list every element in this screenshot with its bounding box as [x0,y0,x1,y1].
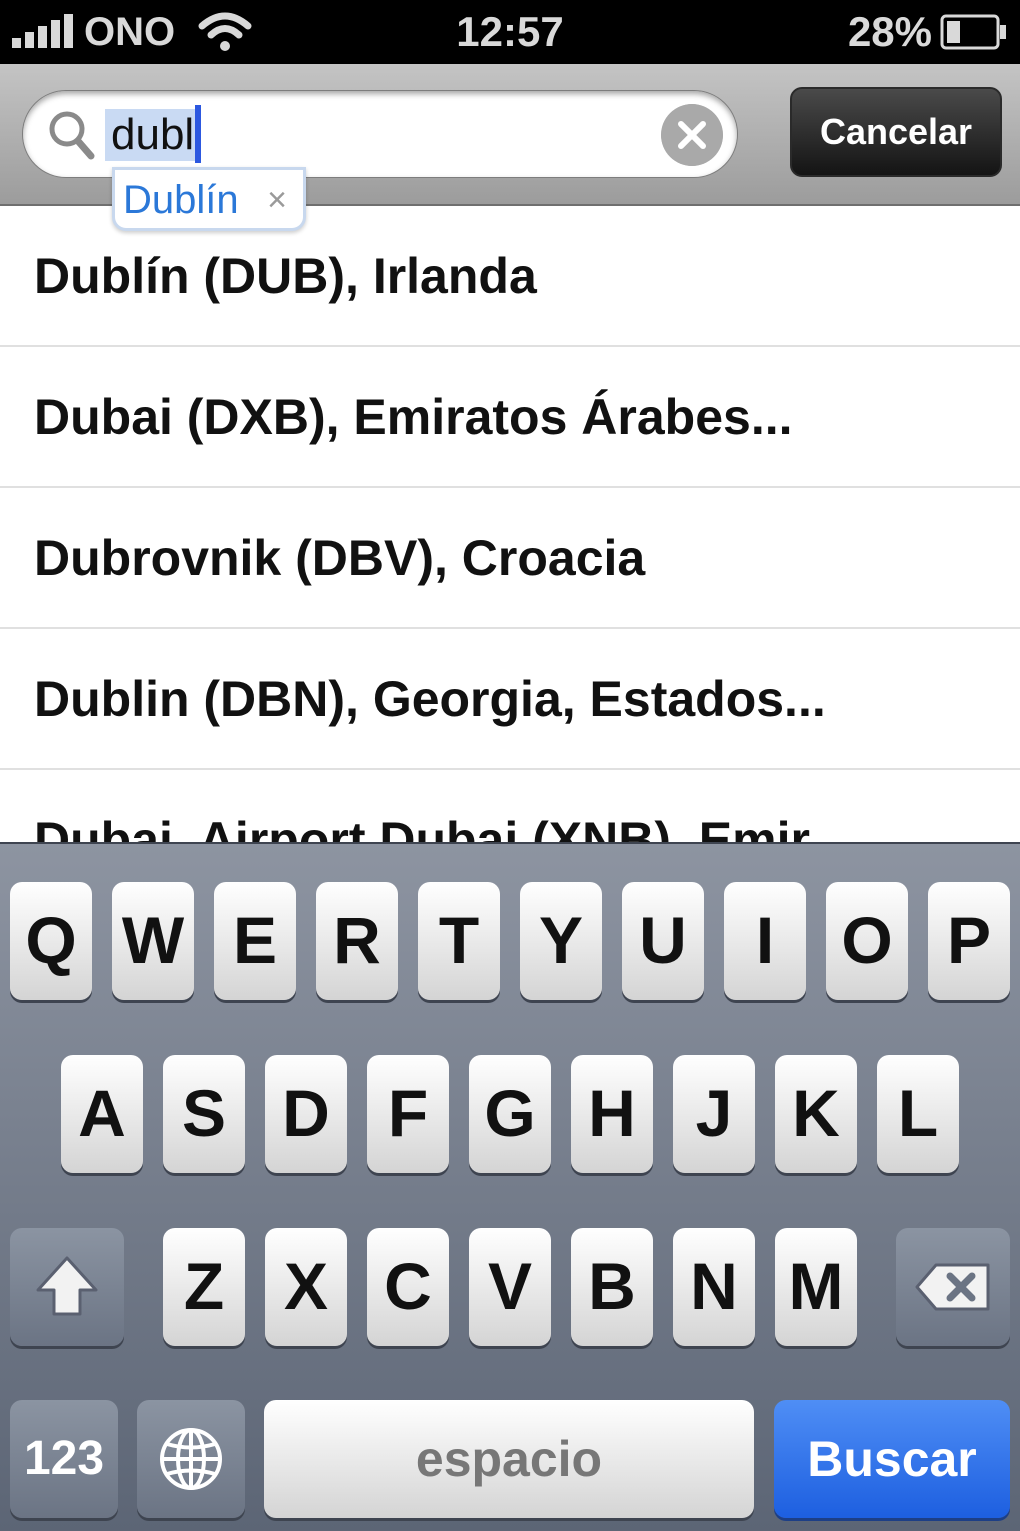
search-input[interactable]: dubl [22,90,738,178]
keyboard: Q W E R T Y U I O P A S D F G H J K L Z … [0,842,1020,1531]
key-i[interactable]: I [724,882,806,1000]
list-item[interactable]: Dubai, Airport Dubai (XNB), Emir... [0,770,1020,844]
battery-icon [940,14,1006,50]
key-b[interactable]: B [571,1228,653,1346]
key-p[interactable]: P [928,882,1010,1000]
autocorrect-word[interactable]: Dublín [123,176,239,224]
list-item[interactable]: Dubrovnik (DBV), Croacia [0,488,1020,629]
search-return-key[interactable]: Buscar [774,1400,1010,1518]
globe-key[interactable] [137,1400,245,1518]
key-g[interactable]: G [469,1055,551,1173]
key-a[interactable]: A [61,1055,143,1173]
list-item[interactable]: Dubai (DXB), Emiratos Árabes... [0,347,1020,488]
text-cursor [195,105,201,163]
key-x[interactable]: X [265,1228,347,1346]
key-m[interactable]: M [775,1228,857,1346]
key-o[interactable]: O [826,882,908,1000]
key-v[interactable]: V [469,1228,551,1346]
key-y[interactable]: Y [520,882,602,1000]
key-e[interactable]: E [214,882,296,1000]
backspace-icon [915,1263,990,1311]
backspace-key[interactable] [896,1228,1010,1346]
key-w[interactable]: W [112,882,194,1000]
status-bar: ONO 12:57 28% [0,0,1020,64]
list-item-label: Dubrovnik (DBV), Croacia [34,530,646,586]
list-item-label: Dubai, Airport Dubai (XNB), Emir... [34,812,849,844]
clear-text-icon[interactable] [661,104,723,166]
results-list: Dublín (DUB), Irlanda Dubai (DXB), Emira… [0,206,1020,844]
key-h[interactable]: H [571,1055,653,1173]
key-z[interactable]: Z [163,1228,245,1346]
cancel-button[interactable]: Cancelar [790,87,1002,177]
list-item-label: Dublin (DBN), Georgia, Estados... [34,671,826,727]
key-n[interactable]: N [673,1228,755,1346]
search-query-text: dubl [105,109,197,161]
numbers-key[interactable]: 123 [10,1400,118,1518]
shift-key[interactable] [10,1228,124,1346]
space-key[interactable]: espacio [264,1400,754,1518]
key-l[interactable]: L [877,1055,959,1173]
key-q[interactable]: Q [10,882,92,1000]
search-icon [49,111,95,160]
key-d[interactable]: D [265,1055,347,1173]
key-c[interactable]: C [367,1228,449,1346]
list-item[interactable]: Dublin (DBN), Georgia, Estados... [0,629,1020,770]
list-item-label: Dubai (DXB), Emiratos Árabes... [34,389,793,445]
key-u[interactable]: U [622,882,704,1000]
key-f[interactable]: F [367,1055,449,1173]
globe-icon [160,1428,222,1490]
key-k[interactable]: K [775,1055,857,1173]
autocorrect-suggestion[interactable]: Dublín × [112,167,306,231]
dismiss-autocorrect-icon[interactable]: × [267,180,287,220]
key-j[interactable]: J [673,1055,755,1173]
battery-percent: 28% [847,8,932,55]
list-item-label: Dublín (DUB), Irlanda [34,248,537,304]
shift-arrow-icon [36,1256,98,1316]
key-r[interactable]: R [316,882,398,1000]
key-s[interactable]: S [163,1055,245,1173]
key-t[interactable]: T [418,882,500,1000]
